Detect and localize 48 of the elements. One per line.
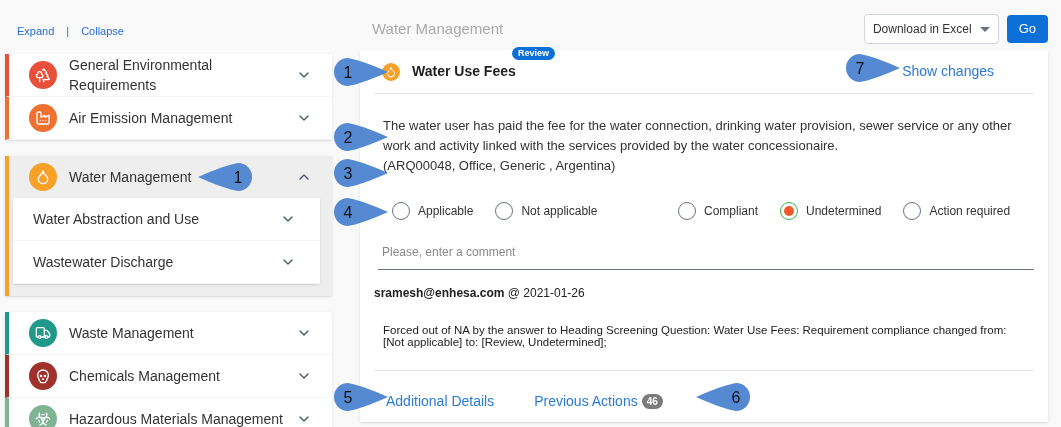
category-label: Air Emission Management <box>69 109 233 128</box>
radio-option[interactable]: Not applicable <box>495 202 598 220</box>
radio-option[interactable]: Action required <box>903 202 1011 220</box>
category-header[interactable]: Water Management 1 <box>9 156 332 198</box>
radio-button[interactable] <box>780 202 799 220</box>
log-message: Forced out of NA by the answer to Heading Screening Question: Water Use Fees: Requirement compliance changed from: [Not applicable] to: [Review, Undetermined]; <box>382 324 1008 348</box>
category-header[interactable]: Chemicals Management <box>9 355 332 397</box>
radio-button[interactable] <box>903 202 922 220</box>
link-separator: | <box>66 23 70 39</box>
category-label: Water Management <box>69 168 192 187</box>
radio-button[interactable] <box>392 202 410 220</box>
category-header[interactable]: Hazardous Materials Management <box>9 398 332 427</box>
numbered-callout: 6 <box>695 382 751 412</box>
radio-button[interactable] <box>495 202 514 220</box>
numbered-callout: 1 <box>197 162 254 192</box>
expand-link[interactable]: Expand <box>17 22 55 40</box>
radio-button[interactable] <box>678 202 696 220</box>
radio-option[interactable]: Applicable <box>392 202 474 220</box>
comment-field[interactable]: Please, enter a comment <box>378 234 1034 270</box>
radio-option[interactable]: Compliant <box>678 202 759 220</box>
subcategory-label: Water Abstraction and Use <box>33 209 200 229</box>
category-header[interactable]: General Environmental Requirements <box>9 54 332 96</box>
log-author-line: sramesh@enhesa.com @ 2021-01-26 <box>374 285 586 302</box>
numbered-callout: 4 <box>333 197 389 227</box>
subcategory-item[interactable]: Water Abstraction and Use <box>13 198 320 241</box>
count-badge: 46 <box>641 394 663 409</box>
radio-option[interactable]: Undetermined <box>780 202 882 220</box>
numbered-callout: 1 <box>333 57 389 87</box>
subcategory-label: Wastewater Discharge <box>33 252 175 272</box>
category-header[interactable]: Waste Management <box>9 312 332 354</box>
category-label: Chemicals Management <box>69 367 220 386</box>
category-label: Waste Management <box>69 324 194 343</box>
go-button[interactable]: Go <box>1006 15 1048 43</box>
caret-icon <box>979 26 990 32</box>
show-changes-link[interactable]: Show changes <box>902 61 994 82</box>
category-label: Hazardous Materials Management <box>69 410 283 427</box>
requirement-text: The water user has paid the fee for the water connection, drinking water provision, sewer service or any other work and activity linked with the services provided by the water concessionaire. <box>383 117 1013 155</box>
page-title: Water Management <box>371 18 505 39</box>
droplet-icon <box>382 62 400 81</box>
subcategory-item[interactable]: Wastewater Discharge <box>13 241 320 284</box>
previous-actions-link[interactable]: Previous Actions 46 <box>534 391 663 412</box>
export-select[interactable]: Download in Excel <box>863 14 999 44</box>
category-label: General Environmental Requirements <box>69 56 214 95</box>
category-header[interactable]: Air Emission Management <box>9 97 332 139</box>
requirement-reference: (ARQ00048, Office, Generic , Argentina) <box>383 157 617 175</box>
numbered-callout: 7 <box>845 53 901 83</box>
collapse-link[interactable]: Collapse <box>81 22 124 40</box>
review-badge: Review <box>512 47 556 60</box>
